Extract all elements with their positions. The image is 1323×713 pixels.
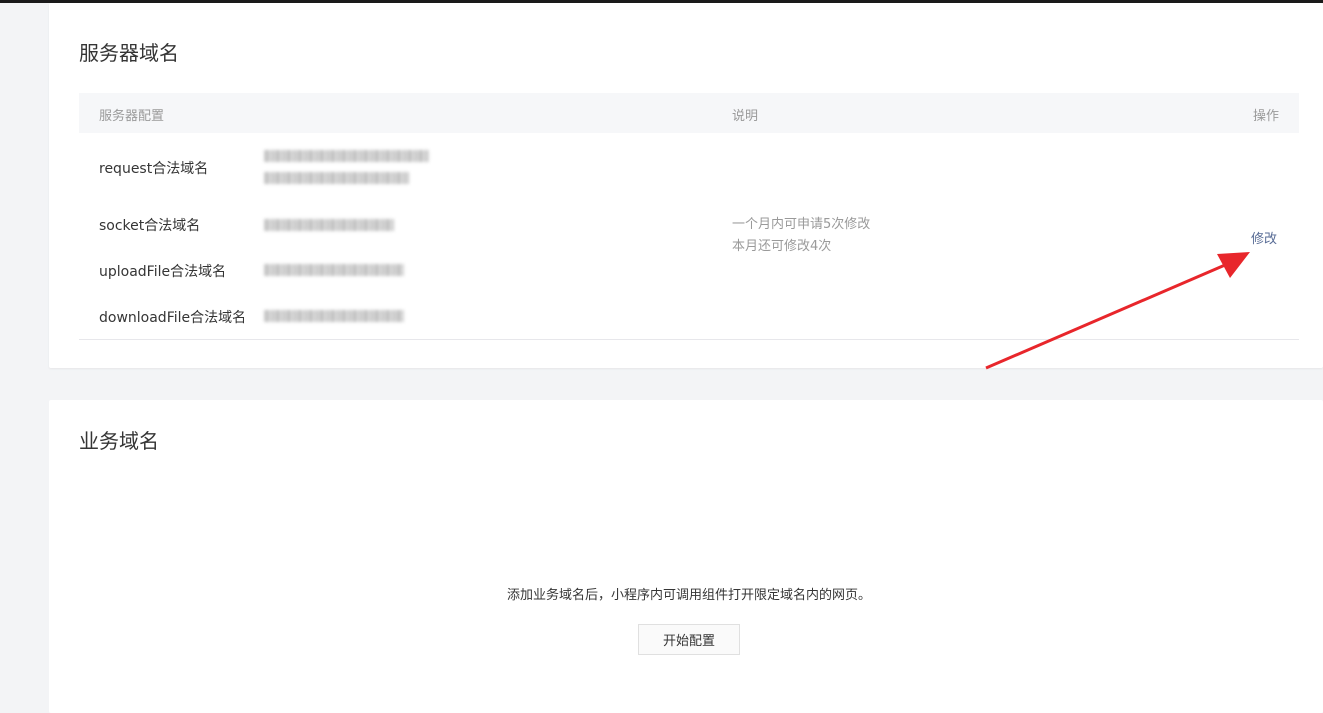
redacted-socket-domain	[264, 219, 394, 231]
business-domain-empty-text: 添加业务域名后，小程序内可调用组件打开限定域名内的网页。	[506, 588, 871, 603]
column-header-config: 服务器配置	[99, 109, 165, 124]
redacted-request-domain-1	[264, 150, 429, 162]
table-divider	[79, 339, 1299, 340]
server-domain-title: 服务器域名	[79, 41, 179, 65]
desc-line-2: 本月还可修改4次	[732, 239, 832, 254]
row-label-socket: socket合法域名	[99, 218, 201, 234]
server-domain-card: 服务器域名 服务器配置 说明 操作 request合法域名 socket合法域名…	[49, 3, 1323, 368]
modify-link[interactable]: 修改	[1251, 228, 1277, 247]
row-label-downloadfile: downloadFile合法域名	[99, 310, 247, 326]
start-config-button[interactable]: 开始配置	[638, 624, 740, 655]
redacted-uploadfile-domain	[264, 264, 404, 276]
business-domain-title: 业务域名	[79, 429, 159, 453]
row-label-uploadfile: uploadFile合法域名	[99, 264, 227, 280]
row-label-request: request合法域名	[99, 161, 209, 177]
column-header-desc: 说明	[732, 109, 759, 124]
column-header-op: 操作	[1252, 109, 1279, 124]
redacted-request-domain-2	[264, 172, 409, 184]
redacted-downloadfile-domain	[264, 310, 404, 322]
table-header: 服务器配置 说明 操作	[79, 93, 1299, 133]
business-domain-card: 业务域名 添加业务域名后，小程序内可调用组件打开限定域名内的网页。 开始配置	[49, 400, 1323, 713]
desc-line-1: 一个月内可申请5次修改	[732, 217, 871, 232]
